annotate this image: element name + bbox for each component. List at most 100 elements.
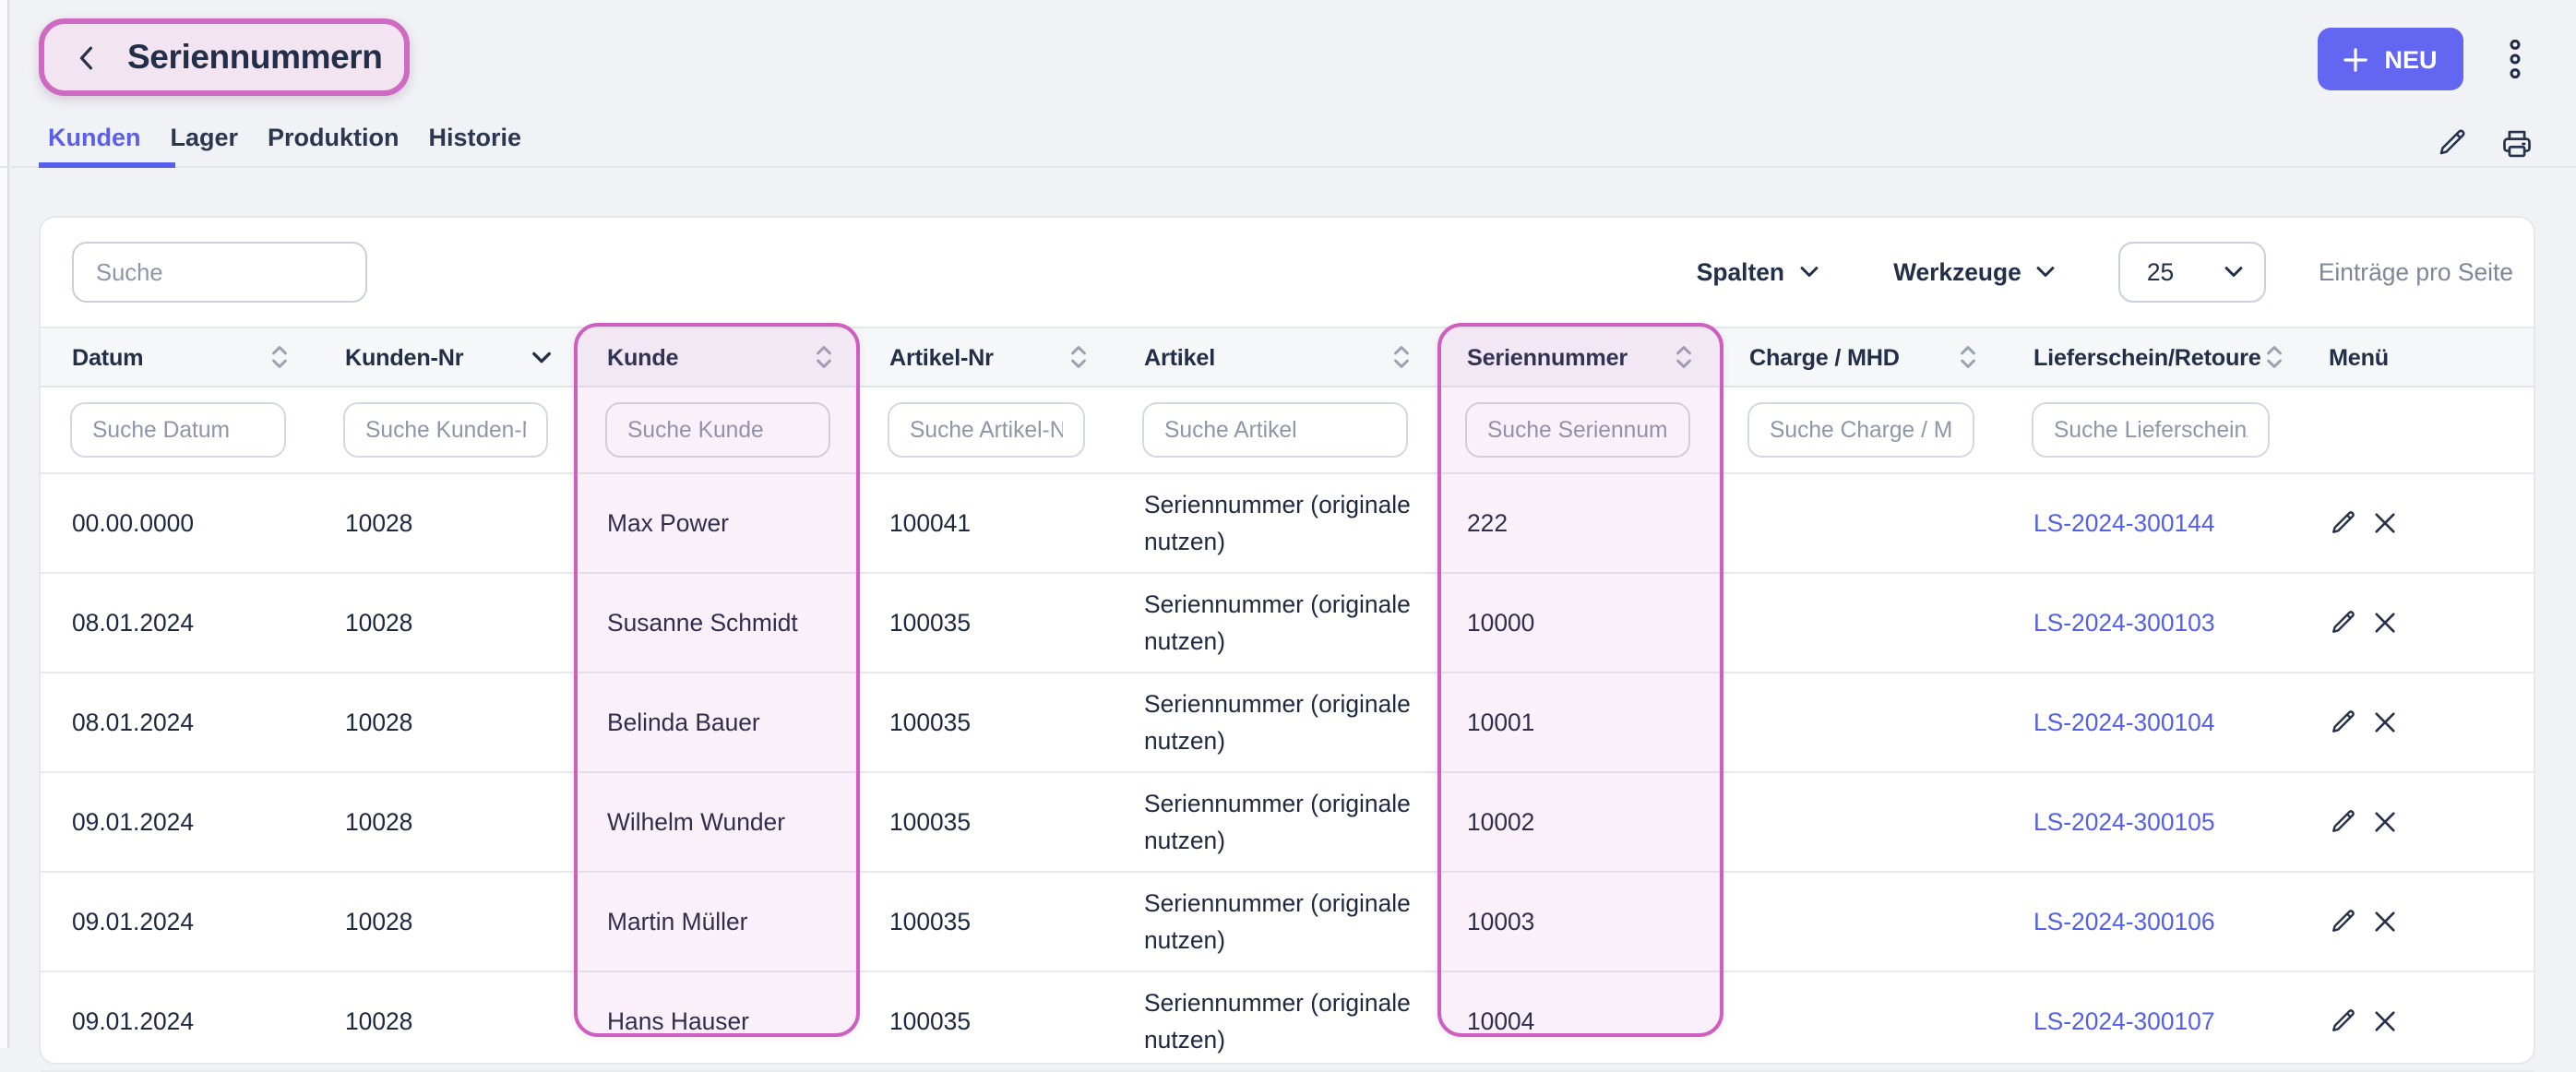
pencil-icon xyxy=(2436,127,2467,159)
cell-lieferschein: LS-2024-300106 xyxy=(2002,872,2297,971)
cell-charge xyxy=(1718,473,2002,573)
search-input[interactable] xyxy=(72,242,367,303)
cell-lieferschein: LS-2024-300107 xyxy=(2002,971,2297,1071)
cell-artikel: Seriennummer (originale nutzen) xyxy=(1113,872,1436,971)
column-label: Artikel-Nr xyxy=(889,344,994,370)
column-header-artikel_nr[interactable]: Artikel-Nr xyxy=(858,328,1113,387)
cell-menu xyxy=(2297,872,2534,971)
filter-input-artikel_nr[interactable] xyxy=(888,402,1085,458)
delete-row-button[interactable] xyxy=(2373,710,2397,734)
column-header-lieferschein[interactable]: Lieferschein/Retoure xyxy=(2002,328,2297,387)
table-row: 09.01.202410028Wilhelm Wunder100035Serie… xyxy=(41,772,2534,872)
cell-datum: 00.00.0000 xyxy=(41,473,314,573)
cell-artikel: Seriennummer (originale nutzen) xyxy=(1113,673,1436,772)
print-button[interactable] xyxy=(2500,127,2534,161)
column-header-charge[interactable]: Charge / MHD xyxy=(1718,328,2002,387)
column-label: Lieferschein/Retoure xyxy=(2033,344,2261,370)
cell-datum: 08.01.2024 xyxy=(41,673,314,772)
x-icon xyxy=(2373,611,2397,635)
x-icon xyxy=(2373,710,2397,734)
overflow-menu-button[interactable] xyxy=(2504,35,2526,83)
tab-historie[interactable]: Historie xyxy=(429,124,522,151)
lieferschein-link[interactable]: LS-2024-300144 xyxy=(2033,508,2215,536)
columns-dropdown[interactable]: Spalten xyxy=(1686,256,1831,288)
page-title: Seriennummern xyxy=(127,37,383,77)
filter-input-artikel[interactable] xyxy=(1142,402,1408,458)
column-header-artikel[interactable]: Artikel xyxy=(1113,328,1436,387)
filter-input-lieferschein[interactable] xyxy=(2032,402,2270,458)
cell-lieferschein: LS-2024-300144 xyxy=(2002,473,2297,573)
column-label: Menü xyxy=(2329,344,2389,370)
edit-page-button[interactable] xyxy=(2436,127,2467,161)
cell-charge xyxy=(1718,573,2002,673)
sort-icon xyxy=(814,343,834,371)
page-size-select[interactable]: 25 xyxy=(2119,242,2267,303)
cell-kunden_nr: 10028 xyxy=(314,872,576,971)
tab-lager[interactable]: Lager xyxy=(171,124,239,151)
filter-input-charge[interactable] xyxy=(1747,402,1974,458)
column-header-seriennummer[interactable]: Seriennummer xyxy=(1436,328,1718,387)
tab-kunden[interactable]: Kunden xyxy=(48,124,141,151)
toolbar-right: Spalten Werkzeuge 25 Einträge pro Seite xyxy=(1686,218,2513,327)
lieferschein-link[interactable]: LS-2024-300105 xyxy=(2033,807,2215,835)
cell-seriennummer: 10001 xyxy=(1436,673,1718,772)
cell-artikel_nr: 100035 xyxy=(858,971,1113,1071)
lieferschein-link[interactable]: LS-2024-300107 xyxy=(2033,1006,2215,1034)
topbar-actions: NEU xyxy=(2318,28,2526,90)
cell-lieferschein: LS-2024-300103 xyxy=(2002,573,2297,673)
filter-cell-menu xyxy=(2297,387,2534,473)
column-header-kunden_nr[interactable]: Kunden-Nr xyxy=(314,328,576,387)
edit-row-button[interactable] xyxy=(2329,908,2356,935)
tabbar-icons xyxy=(2436,127,2534,161)
edit-row-button[interactable] xyxy=(2329,609,2356,637)
new-button[interactable]: NEU xyxy=(2318,28,2463,90)
cell-artikel_nr: 100035 xyxy=(858,673,1113,772)
column-header-menu: Menü xyxy=(2297,328,2534,387)
cell-kunde: Wilhelm Wunder xyxy=(576,772,858,872)
cell-charge xyxy=(1718,673,2002,772)
page-title-highlight: Seriennummern xyxy=(39,18,410,96)
lieferschein-link[interactable]: LS-2024-300104 xyxy=(2033,708,2215,735)
back-button[interactable] xyxy=(78,43,94,71)
column-header-datum[interactable]: Datum xyxy=(41,328,314,387)
cell-artikel_nr: 100035 xyxy=(858,872,1113,971)
table-wrap: DatumKunden-NrKundeArtikel-NrArtikelSeri… xyxy=(41,327,2534,1072)
cell-datum: 08.01.2024 xyxy=(41,573,314,673)
delete-row-button[interactable] xyxy=(2373,511,2397,535)
sort-icon xyxy=(1391,343,1412,371)
table-header-row: Datum Kunden-Nr Kunde Artikel-Nr ArtikelSeri… xyxy=(41,328,2534,387)
x-icon xyxy=(2373,511,2397,535)
filter-input-kunde[interactable] xyxy=(605,402,830,458)
sort-desc-icon xyxy=(531,350,552,364)
delete-row-button[interactable] xyxy=(2373,810,2397,834)
delete-row-button[interactable] xyxy=(2373,611,2397,635)
edit-row-button[interactable] xyxy=(2329,709,2356,736)
sort-icon xyxy=(1958,343,1978,371)
filter-cell-artikel xyxy=(1113,387,1436,473)
filter-input-seriennummer[interactable] xyxy=(1465,402,1690,458)
cell-seriennummer: 10000 xyxy=(1436,573,1718,673)
edit-row-button[interactable] xyxy=(2329,1007,2356,1035)
column-label: Charge / MHD xyxy=(1749,344,1900,370)
cell-lieferschein: LS-2024-300105 xyxy=(2002,772,2297,872)
delete-row-button[interactable] xyxy=(2373,910,2397,934)
filter-input-kunden_nr[interactable] xyxy=(343,402,548,458)
lieferschein-link[interactable]: LS-2024-300103 xyxy=(2033,608,2215,636)
filter-input-datum[interactable] xyxy=(70,402,286,458)
lieferschein-link[interactable]: LS-2024-300106 xyxy=(2033,907,2215,935)
tools-dropdown[interactable]: Werkzeuge xyxy=(1882,256,2068,288)
plus-icon xyxy=(2343,47,2367,71)
column-header-kunde[interactable]: Kunde xyxy=(576,328,858,387)
edit-row-button[interactable] xyxy=(2329,509,2356,537)
cell-artikel: Seriennummer (originale nutzen) xyxy=(1113,772,1436,872)
cell-menu xyxy=(2297,573,2534,673)
columns-dropdown-label: Spalten xyxy=(1697,258,1784,286)
kebab-icon xyxy=(2508,39,2522,79)
tab-produktion[interactable]: Produktion xyxy=(268,124,400,151)
column-label: Kunden-Nr xyxy=(345,344,463,370)
edit-row-button[interactable] xyxy=(2329,808,2356,836)
pencil-icon xyxy=(2329,509,2356,537)
cell-menu xyxy=(2297,473,2534,573)
delete-row-button[interactable] xyxy=(2373,1009,2397,1033)
cell-seriennummer: 10002 xyxy=(1436,772,1718,872)
